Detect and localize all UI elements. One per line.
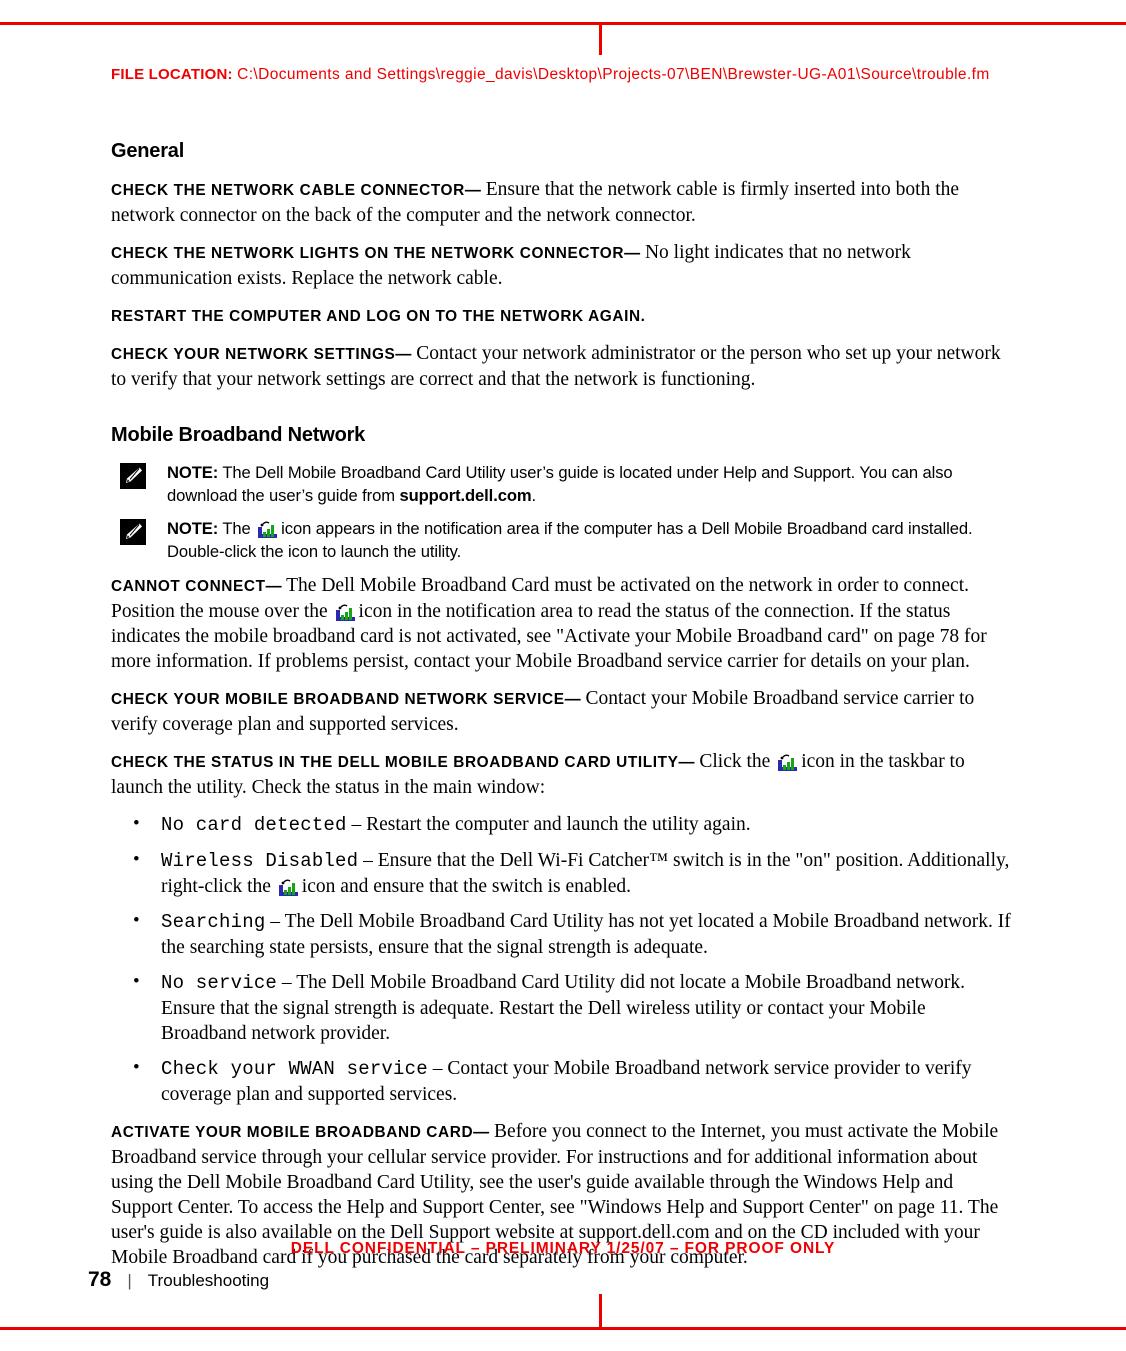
list-item: No card detected – Restart the computer … xyxy=(111,811,1016,838)
status-dash: – xyxy=(270,911,281,932)
status-list: No card detected – Restart the computer … xyxy=(111,811,1016,1107)
paragraph-check-network-settings: Check your network settings— Contact you… xyxy=(111,341,1016,392)
runin-dash: — xyxy=(624,245,641,262)
runin-head-cannot-connect: Cannot connect xyxy=(111,578,266,595)
note-block-icon-notification: NOTE: The icon appears in the notificati… xyxy=(111,517,1016,563)
runin-dash: — xyxy=(395,346,412,363)
list-item: Check your WWAN service – Contact your M… xyxy=(111,1055,1016,1107)
bottom-crop-tick xyxy=(599,1294,602,1330)
runin-head-check-status: Check the status in the Dell Mobile Broa… xyxy=(111,754,679,771)
runin-head-check-network-settings: Check your network settings xyxy=(111,346,396,363)
paragraph-check-network-cable-connector: Check the network cable connector— Ensur… xyxy=(111,177,1016,228)
status-dash: – xyxy=(432,1058,443,1079)
note-text-before: The Dell Mobile Broadband Card Utility u… xyxy=(167,463,953,505)
note-text: NOTE: The Dell Mobile Broadband Card Uti… xyxy=(167,463,953,505)
top-crop-tick xyxy=(599,22,602,55)
list-item: Wireless Disabled – Ensure that the Dell… xyxy=(111,847,1016,899)
note-block-users-guide: NOTE: The Dell Mobile Broadband Card Uti… xyxy=(111,461,1016,507)
section-heading-mobile-broadband: Mobile Broadband Network xyxy=(111,424,366,446)
file-location-header: FILE LOCATION: C:\Documents and Settings… xyxy=(111,66,1071,84)
paragraph-cannot-connect: Cannot connect— The Dell Mobile Broadban… xyxy=(111,573,1016,674)
note-text-after: . xyxy=(531,486,537,505)
file-location-path: C:\Documents and Settings\reggie_davis\D… xyxy=(237,66,990,83)
runin-dash: — xyxy=(678,754,695,771)
mobile-broadband-signal-icon xyxy=(257,518,279,540)
mobile-broadband-signal-icon xyxy=(335,601,357,623)
mobile-broadband-signal-icon xyxy=(777,751,799,773)
page-folio: 78 | Troubleshooting xyxy=(88,1268,269,1292)
bottom-crop-rule xyxy=(0,1327,1126,1330)
section-heading-general: General xyxy=(111,140,185,162)
status-dash: – xyxy=(351,814,362,835)
file-location-label: FILE LOCATION: xyxy=(111,66,233,83)
runin-dash: — xyxy=(564,691,581,708)
paragraph-body-part1: Click the xyxy=(699,751,776,772)
note-label: NOTE: xyxy=(167,463,219,482)
runin-dash: — xyxy=(464,182,481,199)
top-crop-rule xyxy=(0,22,1126,25)
runin-dash: — xyxy=(265,578,282,595)
mobile-broadband-signal-icon xyxy=(278,876,300,898)
list-item: No service – The Dell Mobile Broadband C… xyxy=(111,969,1016,1046)
paragraph-check-status: Check the status in the Dell Mobile Broa… xyxy=(111,749,1016,800)
runin-head-check-mobile-broadband-service: Check your Mobile Broadband network serv… xyxy=(111,691,565,708)
status-code: Check your WWAN service xyxy=(161,1058,428,1080)
status-code: No card detected xyxy=(161,814,347,836)
pencil-icon xyxy=(120,519,146,545)
note-text: NOTE: The icon appears in the notificati… xyxy=(167,519,973,561)
status-code: Wireless Disabled xyxy=(161,850,359,872)
paragraph-restart-computer: Restart the computer and log on to the n… xyxy=(111,303,1016,329)
folio-separator: | xyxy=(127,1271,132,1290)
runin-head-check-network-lights: Check the network lights on the network … xyxy=(111,245,625,262)
chapter-name: Troubleshooting xyxy=(147,1271,270,1290)
status-dash: – xyxy=(281,972,292,993)
note-emphasis-url: support.dell.com xyxy=(399,486,532,505)
note-text-before: The xyxy=(222,519,256,538)
status-description-part2: icon and ensure that the switch is enabl… xyxy=(301,876,632,897)
status-code: Searching xyxy=(161,911,266,933)
confidential-notice: DELL CONFIDENTIAL – PRELIMINARY 1/25/07 … xyxy=(290,1240,836,1257)
runin-dash: — xyxy=(473,1124,490,1141)
pencil-icon xyxy=(120,463,146,489)
page-content: General Check the network cable connecto… xyxy=(111,140,1016,1282)
runin-head-restart-computer: Restart the computer and log on to the n… xyxy=(111,308,646,325)
runin-head-check-network-cable-connector: Check the network cable connector xyxy=(111,182,465,199)
note-label: NOTE: xyxy=(167,519,219,538)
runin-head-activate-card: Activate your Mobile Broadband card xyxy=(111,1124,474,1141)
paragraph-check-network-lights: Check the network lights on the network … xyxy=(111,240,1016,291)
status-description: The Dell Mobile Broadband Card Utility h… xyxy=(161,911,1011,958)
status-description: Restart the computer and launch the util… xyxy=(366,814,751,835)
status-code: No service xyxy=(161,972,278,994)
list-item: Searching – The Dell Mobile Broadband Ca… xyxy=(111,908,1016,960)
note-text-after: icon appears in the notification area if… xyxy=(167,519,973,561)
paragraph-check-mobile-broadband-service: Check your Mobile Broadband network serv… xyxy=(111,686,1016,737)
page-number: 78 xyxy=(88,1268,112,1291)
status-dash: – xyxy=(363,850,373,871)
